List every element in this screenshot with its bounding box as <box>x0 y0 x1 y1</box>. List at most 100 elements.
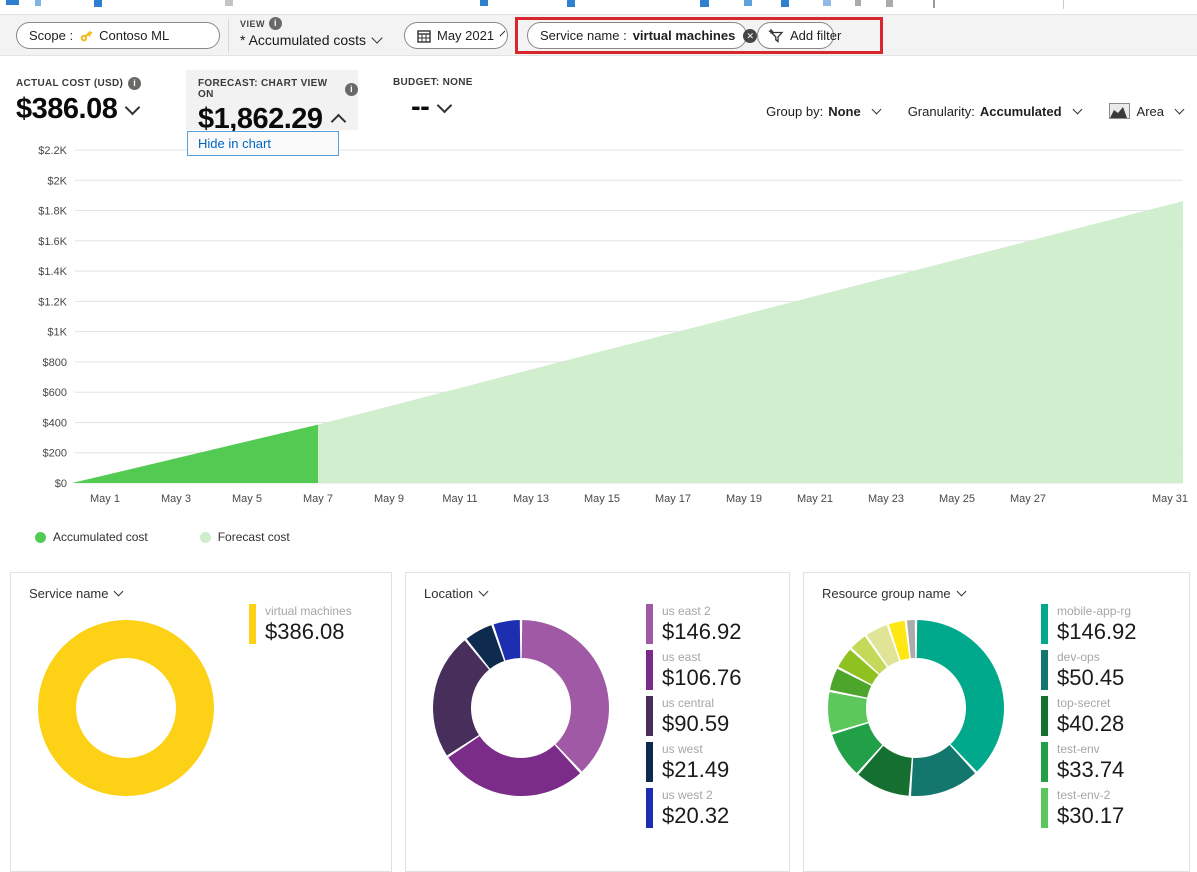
filter-key-label: Service name : <box>540 28 627 43</box>
location-card-header[interactable]: Location <box>424 586 489 601</box>
granularity-label: Granularity: <box>907 103 975 119</box>
legend-color-bar <box>646 696 653 736</box>
info-icon[interactable]: i <box>269 17 283 30</box>
donut-legend-item[interactable]: test-env $33.74 <box>1041 742 1191 782</box>
scope-value: Contoso ML <box>99 28 170 43</box>
location-donut-legend: us east 2 $146.92 us east $106.76 us central… <box>646 604 796 834</box>
svg-text:$200: $200 <box>43 448 67 460</box>
scope-pill[interactable]: Scope : Contoso ML <box>16 22 220 49</box>
chevron-down-icon <box>499 30 506 37</box>
forecast-label: FORECAST: CHART VIEW ON <box>198 78 328 100</box>
forecast-label-row: FORECAST: CHART VIEW ON i <box>198 78 358 100</box>
svg-text:May 13: May 13 <box>513 493 549 505</box>
donut-legend-item[interactable]: us west $21.49 <box>646 742 796 782</box>
accumulated-forecast-area-chart[interactable]: $0 $200 $400 $600 $800 $1K $1.2K $1.4K $1.6K $1.8… <box>0 140 1197 512</box>
group-by-selector[interactable]: Group by: None <box>766 103 882 119</box>
svg-text:$800: $800 <box>43 357 67 369</box>
chevron-down-icon <box>1174 104 1185 114</box>
svg-text:$2K: $2K <box>47 175 67 187</box>
donut-legend-item[interactable]: top-secret $40.28 <box>1041 696 1191 736</box>
legend-value: $386.08 <box>265 619 345 644</box>
svg-text:May 17: May 17 <box>655 493 691 505</box>
clipped-icon <box>35 0 41 6</box>
legend-item-forecast[interactable]: Forecast cost <box>199 530 290 544</box>
actual-cost-value[interactable]: $386.08 <box>16 93 141 126</box>
legend-color-bar <box>646 604 653 644</box>
service-name-donut-legend: virtual machines $386.08 <box>249 604 399 650</box>
donut-legend-item[interactable]: virtual machines $386.08 <box>249 604 399 644</box>
chart-type-selector[interactable]: Area <box>1108 103 1185 119</box>
svg-text:May 5: May 5 <box>232 493 262 505</box>
resource-group-donut-chart[interactable] <box>827 619 1005 797</box>
card-title: Location <box>424 586 474 601</box>
clipped-icon <box>6 0 19 5</box>
legend-value: $21.49 <box>662 757 730 782</box>
key-icon <box>79 29 93 43</box>
svg-text:May 7: May 7 <box>303 493 333 505</box>
legend-color-bar <box>1041 742 1048 782</box>
donut-legend-item[interactable]: us west 2 $20.32 <box>646 788 796 828</box>
clipped-icon <box>700 0 709 7</box>
legend-label: us west <box>662 742 703 756</box>
svg-text:$2.2K: $2.2K <box>38 145 67 157</box>
remove-filter-icon[interactable]: ✕ <box>743 28 758 43</box>
chevron-down-icon <box>871 104 882 114</box>
svg-text:$1.2K: $1.2K <box>38 296 67 308</box>
clipped-icon <box>567 0 575 7</box>
clipped-icon <box>886 0 893 7</box>
budget-value[interactable]: -- <box>411 91 473 124</box>
chevron-down-icon <box>114 586 124 597</box>
legend-label: us west 2 <box>662 788 713 802</box>
location-donut-chart[interactable] <box>432 619 610 797</box>
info-icon[interactable]: i <box>345 82 358 96</box>
svg-text:May 25: May 25 <box>939 493 975 505</box>
legend-item-accumulated[interactable]: Accumulated cost <box>35 530 148 544</box>
donut-legend-item[interactable]: dev-ops $50.45 <box>1041 650 1191 690</box>
legend-color-bar <box>646 788 653 828</box>
info-icon[interactable]: i <box>128 77 142 90</box>
view-label-row: VIEW i <box>240 17 381 30</box>
service-name-card-header[interactable]: Service name <box>29 586 124 601</box>
svg-text:$400: $400 <box>43 418 67 430</box>
donut-legend-item[interactable]: us east $106.76 <box>646 650 796 690</box>
svg-text:$0: $0 <box>55 478 67 490</box>
group-by-value: None <box>828 103 861 119</box>
svg-text:May 15: May 15 <box>584 493 620 505</box>
actual-cost-label: ACTUAL COST (USD) <box>16 78 124 89</box>
donut-legend-item[interactable]: test-env-2 $30.17 <box>1041 788 1191 828</box>
legend-label: us east 2 <box>662 604 711 618</box>
resource-group-donut-legend: mobile-app-rg $146.92 dev-ops $50.45 top-sec… <box>1041 604 1191 834</box>
legend-value: $20.32 <box>662 803 730 828</box>
forecast-cost-kpi: FORECAST: CHART VIEW ON i $1,862.29 <box>186 70 358 135</box>
budget-kpi: BUDGET: NONE -- <box>393 77 473 124</box>
donut-legend-item[interactable]: us east 2 $146.92 <box>646 604 796 644</box>
add-filter-button[interactable]: Add filter <box>757 22 841 49</box>
date-range-pill[interactable]: May 2021 <box>404 22 508 49</box>
chevron-down-icon <box>478 586 489 597</box>
group-by-label: Group by: <box>766 103 824 119</box>
area-chart-icon <box>1108 103 1130 119</box>
granularity-selector[interactable]: Granularity: Accumulated <box>907 103 1082 119</box>
service-name-filter-pill[interactable]: Service name : virtual machines ✕ <box>527 22 758 49</box>
view-selector[interactable]: * Accumulated costs <box>240 32 383 48</box>
legend-value: $33.74 <box>1057 757 1125 782</box>
chart-type-value: Area <box>1136 103 1164 119</box>
svg-text:May 3: May 3 <box>161 493 191 505</box>
resource-group-card-header[interactable]: Resource group name <box>822 586 967 601</box>
legend-color-bar <box>646 650 653 690</box>
svg-text:$600: $600 <box>43 387 67 399</box>
svg-text:May 23: May 23 <box>868 493 904 505</box>
clipped-icon <box>480 0 488 6</box>
chevron-down-icon <box>956 586 967 597</box>
svg-text:May 1: May 1 <box>90 493 120 505</box>
svg-text:May 27: May 27 <box>1010 493 1046 505</box>
date-range-value: May 2021 <box>437 28 495 43</box>
hide-in-chart-menu-item[interactable]: Hide in chart <box>187 131 339 156</box>
donut-legend-item[interactable]: us central $90.59 <box>646 696 796 736</box>
donut-legend-item[interactable]: mobile-app-rg $146.92 <box>1041 604 1191 644</box>
add-filter-label: Add filter <box>790 28 842 43</box>
service-name-donut-chart[interactable] <box>37 619 215 797</box>
card-title: Resource group name <box>822 586 951 601</box>
view-label: VIEW <box>240 18 266 29</box>
budget-label: BUDGET: NONE <box>393 77 473 88</box>
